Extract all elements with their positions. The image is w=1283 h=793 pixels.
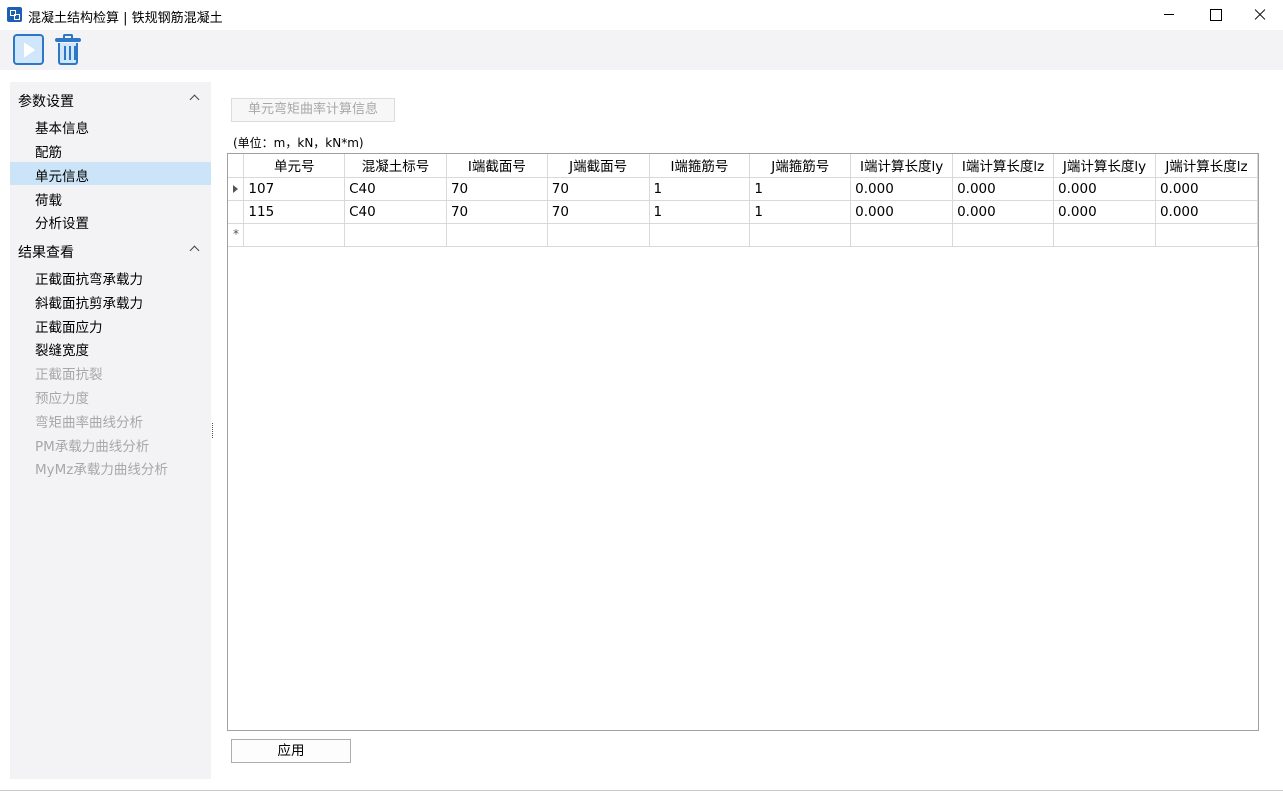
sidebar-item-label: 分析设置 xyxy=(35,216,89,232)
column-header[interactable]: I端箍筋号 xyxy=(648,154,751,178)
table-cell[interactable]: 1 xyxy=(648,176,751,201)
sidebar-item-label: 弯矩曲率曲线分析 xyxy=(35,415,143,431)
sidebar-item-loads[interactable]: 荷载 xyxy=(10,186,211,209)
sidebar-item-label: 荷载 xyxy=(35,193,62,209)
sidebar-item-analysis-settings[interactable]: 分析设置 xyxy=(10,209,211,232)
column-header[interactable]: I端计算长度ly xyxy=(850,154,954,178)
tab-moment-curvature-info[interactable]: 单元弯矩曲率计算信息 xyxy=(231,98,395,122)
app-icon xyxy=(7,7,22,22)
sidebar-item-flexural-capacity[interactable]: 正截面抗弯承载力 xyxy=(10,265,211,288)
units-label: (单位：m，kN，kN*m) xyxy=(233,136,364,150)
sidebar-item-label: 预应力度 xyxy=(35,391,89,407)
table-cell[interactable] xyxy=(344,222,447,247)
new-row[interactable] xyxy=(228,222,1259,247)
chevron-up-icon[interactable] xyxy=(189,94,200,105)
table-cell[interactable]: 0.000 xyxy=(952,176,1055,201)
trash-icon[interactable] xyxy=(53,34,83,66)
table-row[interactable]: 107 C40 70 70 1 1 0.000 0.000 0.000 0.00… xyxy=(228,176,1259,201)
status-divider xyxy=(0,790,1283,791)
table-cell[interactable]: 0.000 xyxy=(1053,199,1156,224)
group-label: 结果查看 xyxy=(18,245,74,261)
column-header[interactable]: J端截面号 xyxy=(546,154,650,178)
chevron-up-icon[interactable] xyxy=(189,245,200,256)
column-header[interactable]: 混凝土标号 xyxy=(344,154,447,178)
sidebar-item-crack-width[interactable]: 裂缝宽度 xyxy=(10,336,211,359)
sidebar-item-label: 基本信息 xyxy=(35,121,89,137)
table-cell[interactable] xyxy=(243,222,346,247)
table-cell[interactable] xyxy=(850,222,954,247)
table-cell[interactable]: 0.000 xyxy=(1154,199,1259,224)
column-header[interactable]: I端计算长度lz xyxy=(952,154,1055,178)
sidebar-item-label: 斜截面抗剪承载力 xyxy=(35,296,143,312)
table-cell[interactable]: 0.000 xyxy=(1053,176,1156,201)
row-header-corner xyxy=(228,154,245,178)
sidebar-item-label: PM承载力曲线分析 xyxy=(35,439,150,455)
row-header[interactable] xyxy=(228,199,245,224)
table-cell[interactable]: C40 xyxy=(344,199,447,224)
table-cell[interactable]: 115 xyxy=(243,199,346,224)
apply-button[interactable]: 应用 xyxy=(231,739,351,763)
sidebar-item-label: 正截面抗弯承载力 xyxy=(35,272,143,288)
table-cell[interactable] xyxy=(749,222,852,247)
table-cell[interactable]: 70 xyxy=(445,199,548,224)
sidebar-item-label: 裂缝宽度 xyxy=(35,343,89,359)
table-cell[interactable] xyxy=(546,222,650,247)
splitter-handle[interactable] xyxy=(212,423,214,438)
sidebar-item-crack-resistance: 正截面抗裂 xyxy=(10,360,211,383)
table-cell[interactable] xyxy=(445,222,548,247)
sidebar-item-element-info[interactable]: 单元信息 xyxy=(10,162,211,185)
sidebar-item-label: 单元信息 xyxy=(35,169,89,185)
column-header[interactable]: J端箍筋号 xyxy=(749,154,852,178)
sidebar-item-label: 正截面应力 xyxy=(35,320,103,336)
column-header[interactable]: I端截面号 xyxy=(445,154,548,178)
sidebar-nav: 参数设置 基本信息 配筋 单元信息 荷载 分析设置 结果查看 正截面抗弯承载力 … xyxy=(10,82,211,779)
table-row[interactable]: 115 C40 70 70 1 1 0.000 0.000 0.000 0.00… xyxy=(228,199,1259,224)
play-icon[interactable] xyxy=(13,34,44,65)
data-table: 单元号 混凝土标号 I端截面号 J端截面号 I端箍筋号 J端箍筋号 I端计算长度… xyxy=(228,154,1259,247)
sidebar-item-shear-capacity[interactable]: 斜截面抗剪承载力 xyxy=(10,289,211,312)
close-button[interactable] xyxy=(1237,0,1283,30)
group-header-params[interactable]: 参数设置 xyxy=(10,87,211,111)
column-header[interactable]: 单元号 xyxy=(243,154,346,178)
table-cell[interactable]: 107 xyxy=(243,176,346,201)
table-cell[interactable]: 0.000 xyxy=(952,199,1055,224)
sidebar-item-mymz-curve: MyMz承载力曲线分析 xyxy=(10,455,211,478)
sidebar-item-label: 配筋 xyxy=(35,145,62,161)
sidebar-item-prestress-degree: 预应力度 xyxy=(10,384,211,407)
sidebar-item-label: MyMz承载力曲线分析 xyxy=(35,462,168,478)
table-cell[interactable]: 1 xyxy=(648,199,751,224)
sidebar-item-section-stress[interactable]: 正截面应力 xyxy=(10,313,211,336)
table-cell[interactable] xyxy=(952,222,1055,247)
table-cell[interactable]: 0.000 xyxy=(850,199,954,224)
table-cell[interactable]: 70 xyxy=(546,176,650,201)
sidebar-item-basic-info[interactable]: 基本信息 xyxy=(10,114,211,137)
table-cell[interactable]: 70 xyxy=(445,176,548,201)
sidebar-item-moment-curvature: 弯矩曲率曲线分析 xyxy=(10,408,211,431)
table-cell[interactable]: 0.000 xyxy=(850,176,954,201)
table-cell[interactable] xyxy=(648,222,751,247)
table-cell[interactable]: C40 xyxy=(344,176,447,201)
column-header[interactable]: J端计算长度ly xyxy=(1053,154,1156,178)
toolbar xyxy=(0,30,1283,70)
sidebar-item-pm-curve: PM承载力曲线分析 xyxy=(10,432,211,455)
new-row-asterisk-icon[interactable] xyxy=(228,222,245,247)
table-cell[interactable] xyxy=(1053,222,1156,247)
maximize-button[interactable] xyxy=(1192,0,1238,30)
table-cell[interactable]: 0.000 xyxy=(1154,176,1259,201)
column-header[interactable]: J端计算长度lz xyxy=(1154,154,1259,178)
window-title: 混凝土结构检算 | 铁规钢筋混凝土 xyxy=(28,11,223,26)
group-header-results[interactable]: 结果查看 xyxy=(10,238,211,262)
current-row-indicator-icon[interactable] xyxy=(228,176,245,201)
table-cell[interactable]: 70 xyxy=(546,199,650,224)
sidebar-item-reinforcement[interactable]: 配筋 xyxy=(10,138,211,161)
title-bar: 混凝土结构检算 | 铁规钢筋混凝土 xyxy=(0,0,1283,30)
table-cell[interactable]: 1 xyxy=(749,176,852,201)
element-data-grid[interactable]: 单元号 混凝土标号 I端截面号 J端截面号 I端箍筋号 J端箍筋号 I端计算长度… xyxy=(227,153,1259,731)
minimize-button[interactable] xyxy=(1146,0,1192,30)
table-cell[interactable]: 1 xyxy=(749,199,852,224)
table-cell[interactable] xyxy=(1154,222,1259,247)
table-header-row: 单元号 混凝土标号 I端截面号 J端截面号 I端箍筋号 J端箍筋号 I端计算长度… xyxy=(228,154,1259,178)
sidebar-item-label: 正截面抗裂 xyxy=(35,367,103,383)
group-label: 参数设置 xyxy=(18,94,74,110)
